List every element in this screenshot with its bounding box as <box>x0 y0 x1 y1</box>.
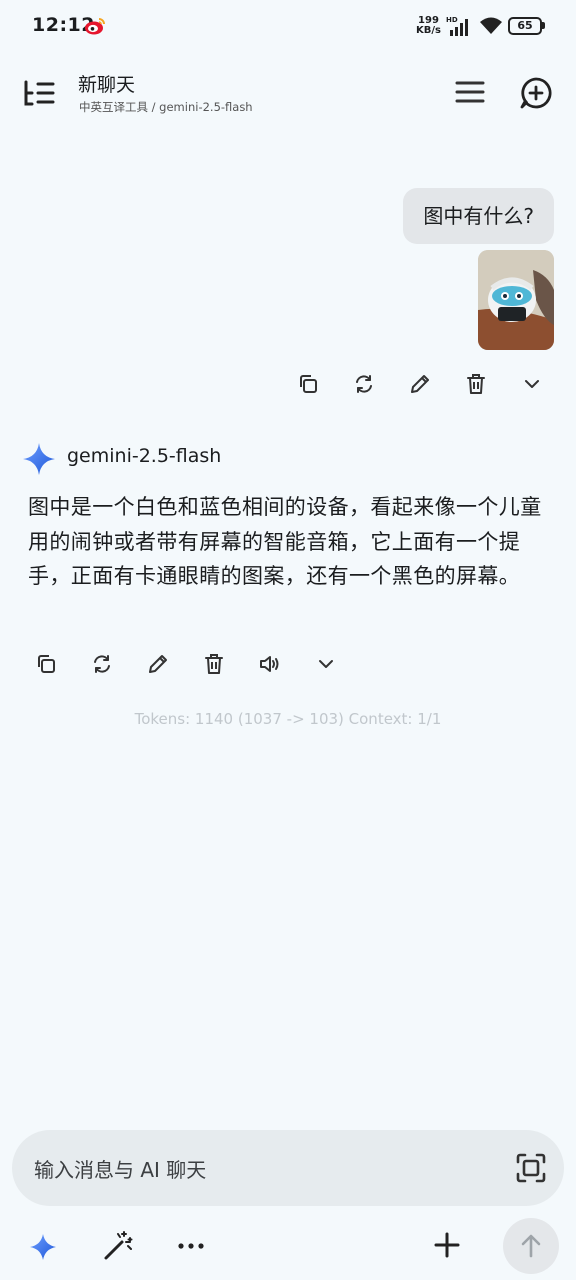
copy-icon <box>38 655 55 673</box>
trash-icon <box>467 374 485 394</box>
new-chat-icon[interactable] <box>518 75 554 111</box>
send-button[interactable] <box>503 1218 559 1274</box>
copy-button[interactable] <box>28 646 64 682</box>
page-subtitle: 中英互译工具 / gemini-2.5-flash <box>79 100 253 114</box>
user-message-actions <box>290 366 550 402</box>
model-select-icon[interactable] <box>28 1232 58 1262</box>
chevron-down-icon <box>525 380 539 388</box>
token-info: Tokens: 1140 (1037 -> 103) Context: 1/1 <box>134 710 442 728</box>
edit-button[interactable] <box>402 366 438 402</box>
speaker-icon <box>260 656 279 672</box>
expand-button[interactable] <box>308 646 344 682</box>
copy-button[interactable] <box>290 366 326 402</box>
gemini-icon <box>23 443 55 475</box>
arrow-up-icon <box>521 1234 541 1258</box>
user-attached-image[interactable] <box>478 250 554 350</box>
drawer-icon[interactable] <box>22 78 56 108</box>
page-title: 新聊天 <box>78 74 136 96</box>
refresh-icon <box>356 375 372 393</box>
magic-wand-icon[interactable] <box>102 1228 136 1262</box>
refresh-icon <box>94 655 110 673</box>
input-placeholder: 输入消息与 AI 聊天 <box>34 1158 207 1182</box>
scan-icon[interactable] <box>514 1151 548 1185</box>
trash-icon <box>205 654 223 674</box>
pencil-icon <box>411 375 429 393</box>
wifi-icon <box>480 17 502 34</box>
assistant-message-actions <box>28 646 348 682</box>
user-message-bubble: 图中有什么? <box>403 188 554 244</box>
weibo-icon <box>85 18 105 35</box>
read-aloud-button[interactable] <box>252 646 288 682</box>
delete-button[interactable] <box>196 646 232 682</box>
edit-button[interactable] <box>140 646 176 682</box>
assistant-message-text: 图中是一个白色和蓝色相间的设备，看起来像一个儿童用的闹钟或者带有屏幕的智能音箱，… <box>28 495 542 588</box>
chevron-down-icon <box>319 660 333 668</box>
signal-icon <box>450 19 468 36</box>
regenerate-button[interactable] <box>84 646 120 682</box>
expand-button[interactable] <box>514 366 550 402</box>
battery-tip <box>542 22 545 29</box>
more-icon[interactable] <box>174 1232 208 1260</box>
regenerate-button[interactable] <box>346 366 382 402</box>
delete-button[interactable] <box>458 366 494 402</box>
device-photo-illustration <box>478 250 554 350</box>
pencil-icon <box>149 655 167 673</box>
copy-icon <box>300 375 317 393</box>
menu-icon[interactable] <box>454 78 486 106</box>
battery-indicator: 65 <box>508 17 542 35</box>
add-icon[interactable] <box>432 1230 462 1260</box>
net-speed: 199 KB/s <box>416 15 441 36</box>
model-name: gemini-2.5-flash <box>67 445 222 467</box>
